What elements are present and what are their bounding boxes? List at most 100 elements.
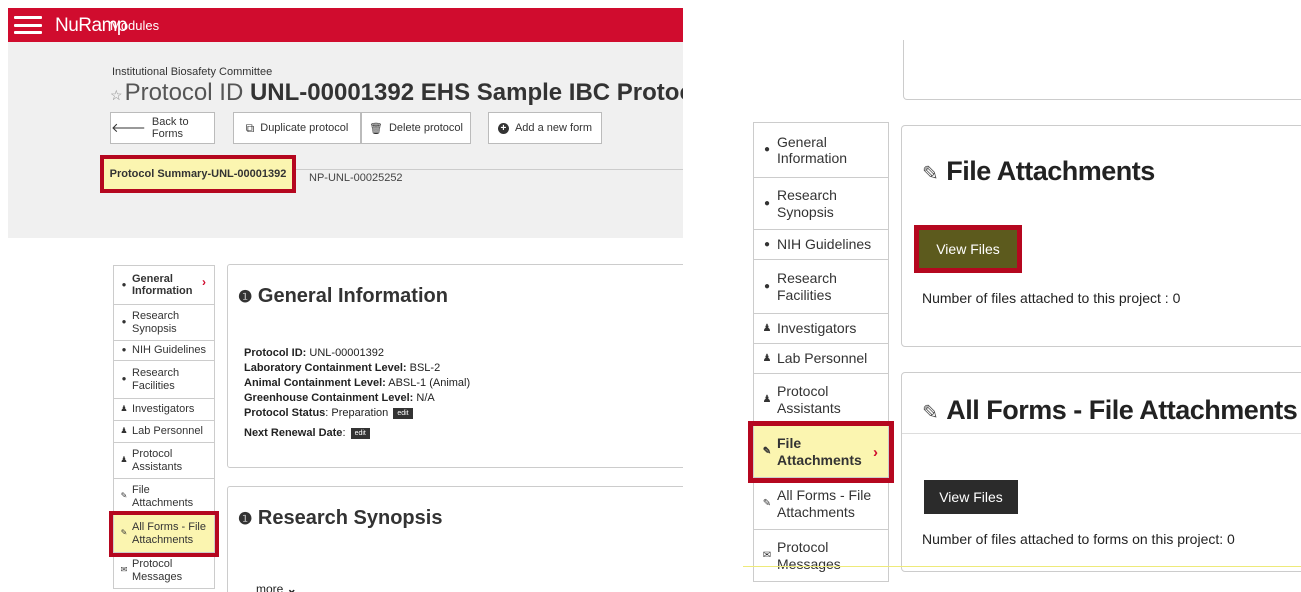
info-icon: ●	[121, 279, 127, 289]
field-label: Protocol ID:	[244, 347, 307, 359]
back-to-forms-button[interactable]: 🡐 Back to Forms	[110, 112, 215, 144]
sidebar-item-lab-personnel[interactable]: ♟ Lab Personnel	[113, 421, 215, 443]
sidebar-item-investigators[interactable]: ♟ Investigators	[753, 314, 889, 344]
sidebar-item-general-information[interactable]: ● General Information	[753, 122, 889, 178]
field-value: :	[342, 427, 346, 439]
sidebar-item-research-facilities[interactable]: ● Research Facilities	[753, 260, 889, 314]
sidebar-item-label: NIH Guidelines	[132, 344, 206, 357]
sidebar-item-label: File Attachments	[777, 435, 862, 468]
add-new-form-button[interactable]: + Add a new form	[488, 112, 602, 144]
field-label: Laboratory Containment Level:	[244, 362, 407, 374]
sidebar-item-research-facilities[interactable]: ● Research Facilities	[113, 361, 215, 399]
sidebar-item-label: General Information	[132, 272, 193, 297]
left-screenshot: NuRamp Modules Institutional Biosafety C…	[0, 0, 683, 592]
page-title: ☆Protocol ID UNL-00001392 EHS Sample IBC…	[110, 79, 683, 107]
sidebar-item-protocol-assistants[interactable]: ♟ Protocol Assistants	[113, 443, 215, 479]
card-title-text: File Attachments	[946, 156, 1155, 186]
sidebar-item-file-attachments[interactable]: ✎ File Attachments	[113, 479, 215, 515]
file-attachments-card: ✎ File Attachments View Files Number of f…	[901, 125, 1301, 347]
arrow-left-icon: 🡐	[111, 120, 146, 135]
sidebar-item-protocol-messages[interactable]: ✉ Protocol Messages	[113, 553, 215, 589]
sidebar-item-protocol-assistants[interactable]: ♟ Protocol Assistants	[753, 374, 889, 426]
sidebar-item-label: Investigators	[777, 320, 857, 337]
hamburger-menu-icon[interactable]	[14, 16, 42, 34]
committee-label: Institutional Biosafety Committee	[112, 66, 273, 78]
forms-file-count: Number of files attached to forms on thi…	[922, 531, 1235, 547]
view-form-files-button[interactable]: View Files	[924, 480, 1018, 514]
sidebar-item-file-attachments[interactable]: ✎ File Attachments ›	[748, 421, 894, 483]
sidebar-item-label: Research Facilities	[132, 367, 180, 392]
sidebar-item-label: Research Facilities	[777, 270, 837, 303]
info-icon: ●	[763, 280, 771, 292]
edit-status-button[interactable]: edit	[393, 407, 413, 419]
bottom-divider	[743, 566, 1301, 567]
users-icon: ♟	[120, 455, 128, 465]
edit-renewal-button[interactable]: edit	[350, 427, 370, 439]
protocol-id-line: Protocol ID: UNL-00001392	[244, 347, 470, 359]
info-icon: ●	[763, 197, 771, 209]
view-files-button[interactable]: View Files	[914, 225, 1022, 273]
sidebar-item-label: Research Synopsis	[132, 310, 180, 335]
sidebar-item-lab-personnel[interactable]: ♟ Lab Personnel	[753, 344, 889, 374]
card-title-text: General Information	[257, 285, 448, 307]
paperclip-icon: ✎	[120, 528, 128, 538]
field-value: UNL-00001392	[306, 347, 385, 359]
lab-containment-line: Laboratory Containment Level: BSL-2	[244, 362, 470, 374]
sidebar-item-investigators[interactable]: ♟ Investigators	[113, 399, 215, 421]
previous-card-bottom	[903, 40, 1301, 100]
sidebar-item-label: All Forms - File Attachments	[132, 521, 206, 546]
users-icon: ♟	[762, 393, 772, 405]
plus-circle-icon: +	[497, 122, 509, 134]
card-title-text: All Forms - File Attachments	[946, 395, 1298, 425]
protocol-status-line: Protocol Status: Preparation edit	[244, 407, 470, 419]
add-new-form-label: Add a new form	[514, 122, 593, 134]
info-icon: ●	[763, 144, 771, 156]
paperclip-icon: ✎	[762, 445, 772, 457]
title-protocol-id: UNL-00001392	[249, 79, 415, 106]
project-file-count: Number of files attached to this project…	[922, 290, 1181, 306]
sidebar-item-general-information[interactable]: ● General Information ›	[113, 265, 215, 305]
paperclip-icon: ✎	[762, 497, 772, 509]
more-label: more	[256, 582, 284, 592]
np-id-tab[interactable]: NP-UNL-00025252	[309, 172, 403, 184]
general-information-card: ❶ General Information Protocol ID: UNL-0…	[227, 264, 683, 468]
general-information-title: ❶ General Information	[238, 285, 448, 308]
duplicate-protocol-label: Duplicate protocol	[260, 122, 349, 134]
more-link[interactable]: more ⌄	[256, 582, 297, 592]
paperclip-icon: ✎	[922, 163, 939, 185]
sidebar-item-nih-guidelines[interactable]: ● NIH Guidelines	[113, 341, 215, 361]
paperclip-icon: ✎	[120, 491, 128, 501]
field-label: Next Renewal Date	[244, 427, 343, 439]
card-divider	[902, 433, 1301, 434]
trash-icon: 🗑	[369, 122, 383, 135]
sidebar-item-research-synopsis[interactable]: ● Research Synopsis	[113, 305, 215, 341]
right-screenshot: ● General Information ● Research Synopsi…	[743, 0, 1301, 592]
delete-protocol-button[interactable]: 🗑 Delete protocol	[361, 112, 471, 144]
sidebar-item-all-forms-file-attachments[interactable]: ✎ All Forms - File Attachments	[753, 478, 889, 530]
right-sidebar-nav: ● General Information ● Research Synopsi…	[748, 122, 894, 582]
duplicate-protocol-button[interactable]: ⧉ Duplicate protocol	[233, 112, 361, 144]
sidebar-item-protocol-messages[interactable]: ✉ Protocol Messages	[753, 530, 889, 582]
sidebar-item-all-forms-file-attachments[interactable]: ✎ All Forms - File Attachments	[109, 511, 219, 557]
sidebar-item-label: Protocol Assistants	[777, 383, 841, 416]
sidebar-item-label: Investigators	[132, 403, 195, 416]
users-icon: ♟	[762, 322, 772, 334]
protocol-summary-tab[interactable]: Protocol Summary-UNL-00001392	[100, 155, 296, 193]
sidebar-item-label: All Forms - File Attachments	[777, 487, 872, 520]
left-sidebar-nav: ● General Information › ● Research Synop…	[109, 265, 219, 589]
field-value: BSL-2	[406, 362, 441, 374]
modules-link[interactable]: Modules	[110, 18, 159, 33]
chevron-right-icon: ›	[873, 444, 878, 461]
star-icon[interactable]: ☆	[110, 87, 123, 103]
info-icon: ●	[763, 238, 771, 250]
title-protocol-name: EHS Sample IBC Protocol	[420, 79, 683, 106]
animal-containment-line: Animal Containment Level: ABSL-1 (Animal…	[244, 377, 470, 389]
field-label: Greenhouse Containment Level:	[244, 392, 414, 404]
sidebar-item-research-synopsis[interactable]: ● Research Synopsis	[753, 178, 889, 230]
field-value: : Preparation	[325, 407, 389, 419]
sidebar-item-nih-guidelines[interactable]: ● NIH Guidelines	[753, 230, 889, 260]
sidebar-item-label: General Information	[777, 133, 848, 166]
protocol-header: Institutional Biosafety Committee ☆Proto…	[8, 42, 683, 238]
greenhouse-containment-line: Greenhouse Containment Level: N/A	[244, 392, 470, 404]
card-title-text: Research Synopsis	[257, 507, 443, 529]
